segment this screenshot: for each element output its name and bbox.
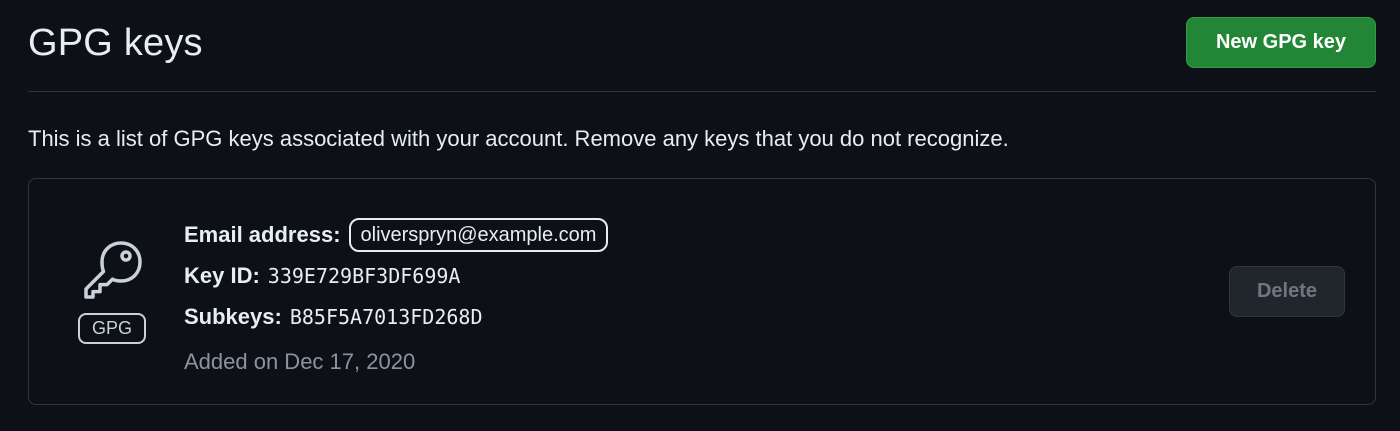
key-id-label: Key ID: (184, 262, 260, 288)
page-description: This is a list of GPG keys associated wi… (28, 126, 1009, 151)
page-header: GPG keys New GPG key (28, 0, 1376, 92)
subkeys-row: Subkeys: B85F5A7013FD268D (184, 296, 608, 337)
new-gpg-key-button[interactable]: New GPG key (1186, 17, 1376, 68)
gpg-key-item: GPG Email address: oliverspryn@example.c… (28, 178, 1376, 405)
email-row: Email address: oliverspryn@example.com (184, 214, 609, 255)
delete-key-button[interactable]: Delete (1229, 266, 1345, 317)
key-details: Email address: oliverspryn@example.com K… (184, 214, 609, 382)
key-icon (84, 241, 142, 299)
key-type-indicator: GPG (77, 237, 149, 347)
added-date: Added on Dec 17, 2020 (184, 348, 416, 374)
key-type-badge: GPG (78, 313, 146, 344)
page-title: GPG keys (28, 22, 203, 64)
email-badge: oliverspryn@example.com (348, 217, 609, 252)
subkeys-value: B85F5A7013FD268D (289, 304, 483, 329)
email-label: Email address: (184, 221, 341, 247)
subkeys-label: Subkeys: (184, 303, 282, 329)
key-id-value: 339E729BF3DF699A (267, 263, 461, 288)
key-id-row: Key ID: 339E729BF3DF699A (184, 255, 608, 296)
gpg-keys-page: GPG keys New GPG key This is a list of G… (0, 0, 1400, 431)
